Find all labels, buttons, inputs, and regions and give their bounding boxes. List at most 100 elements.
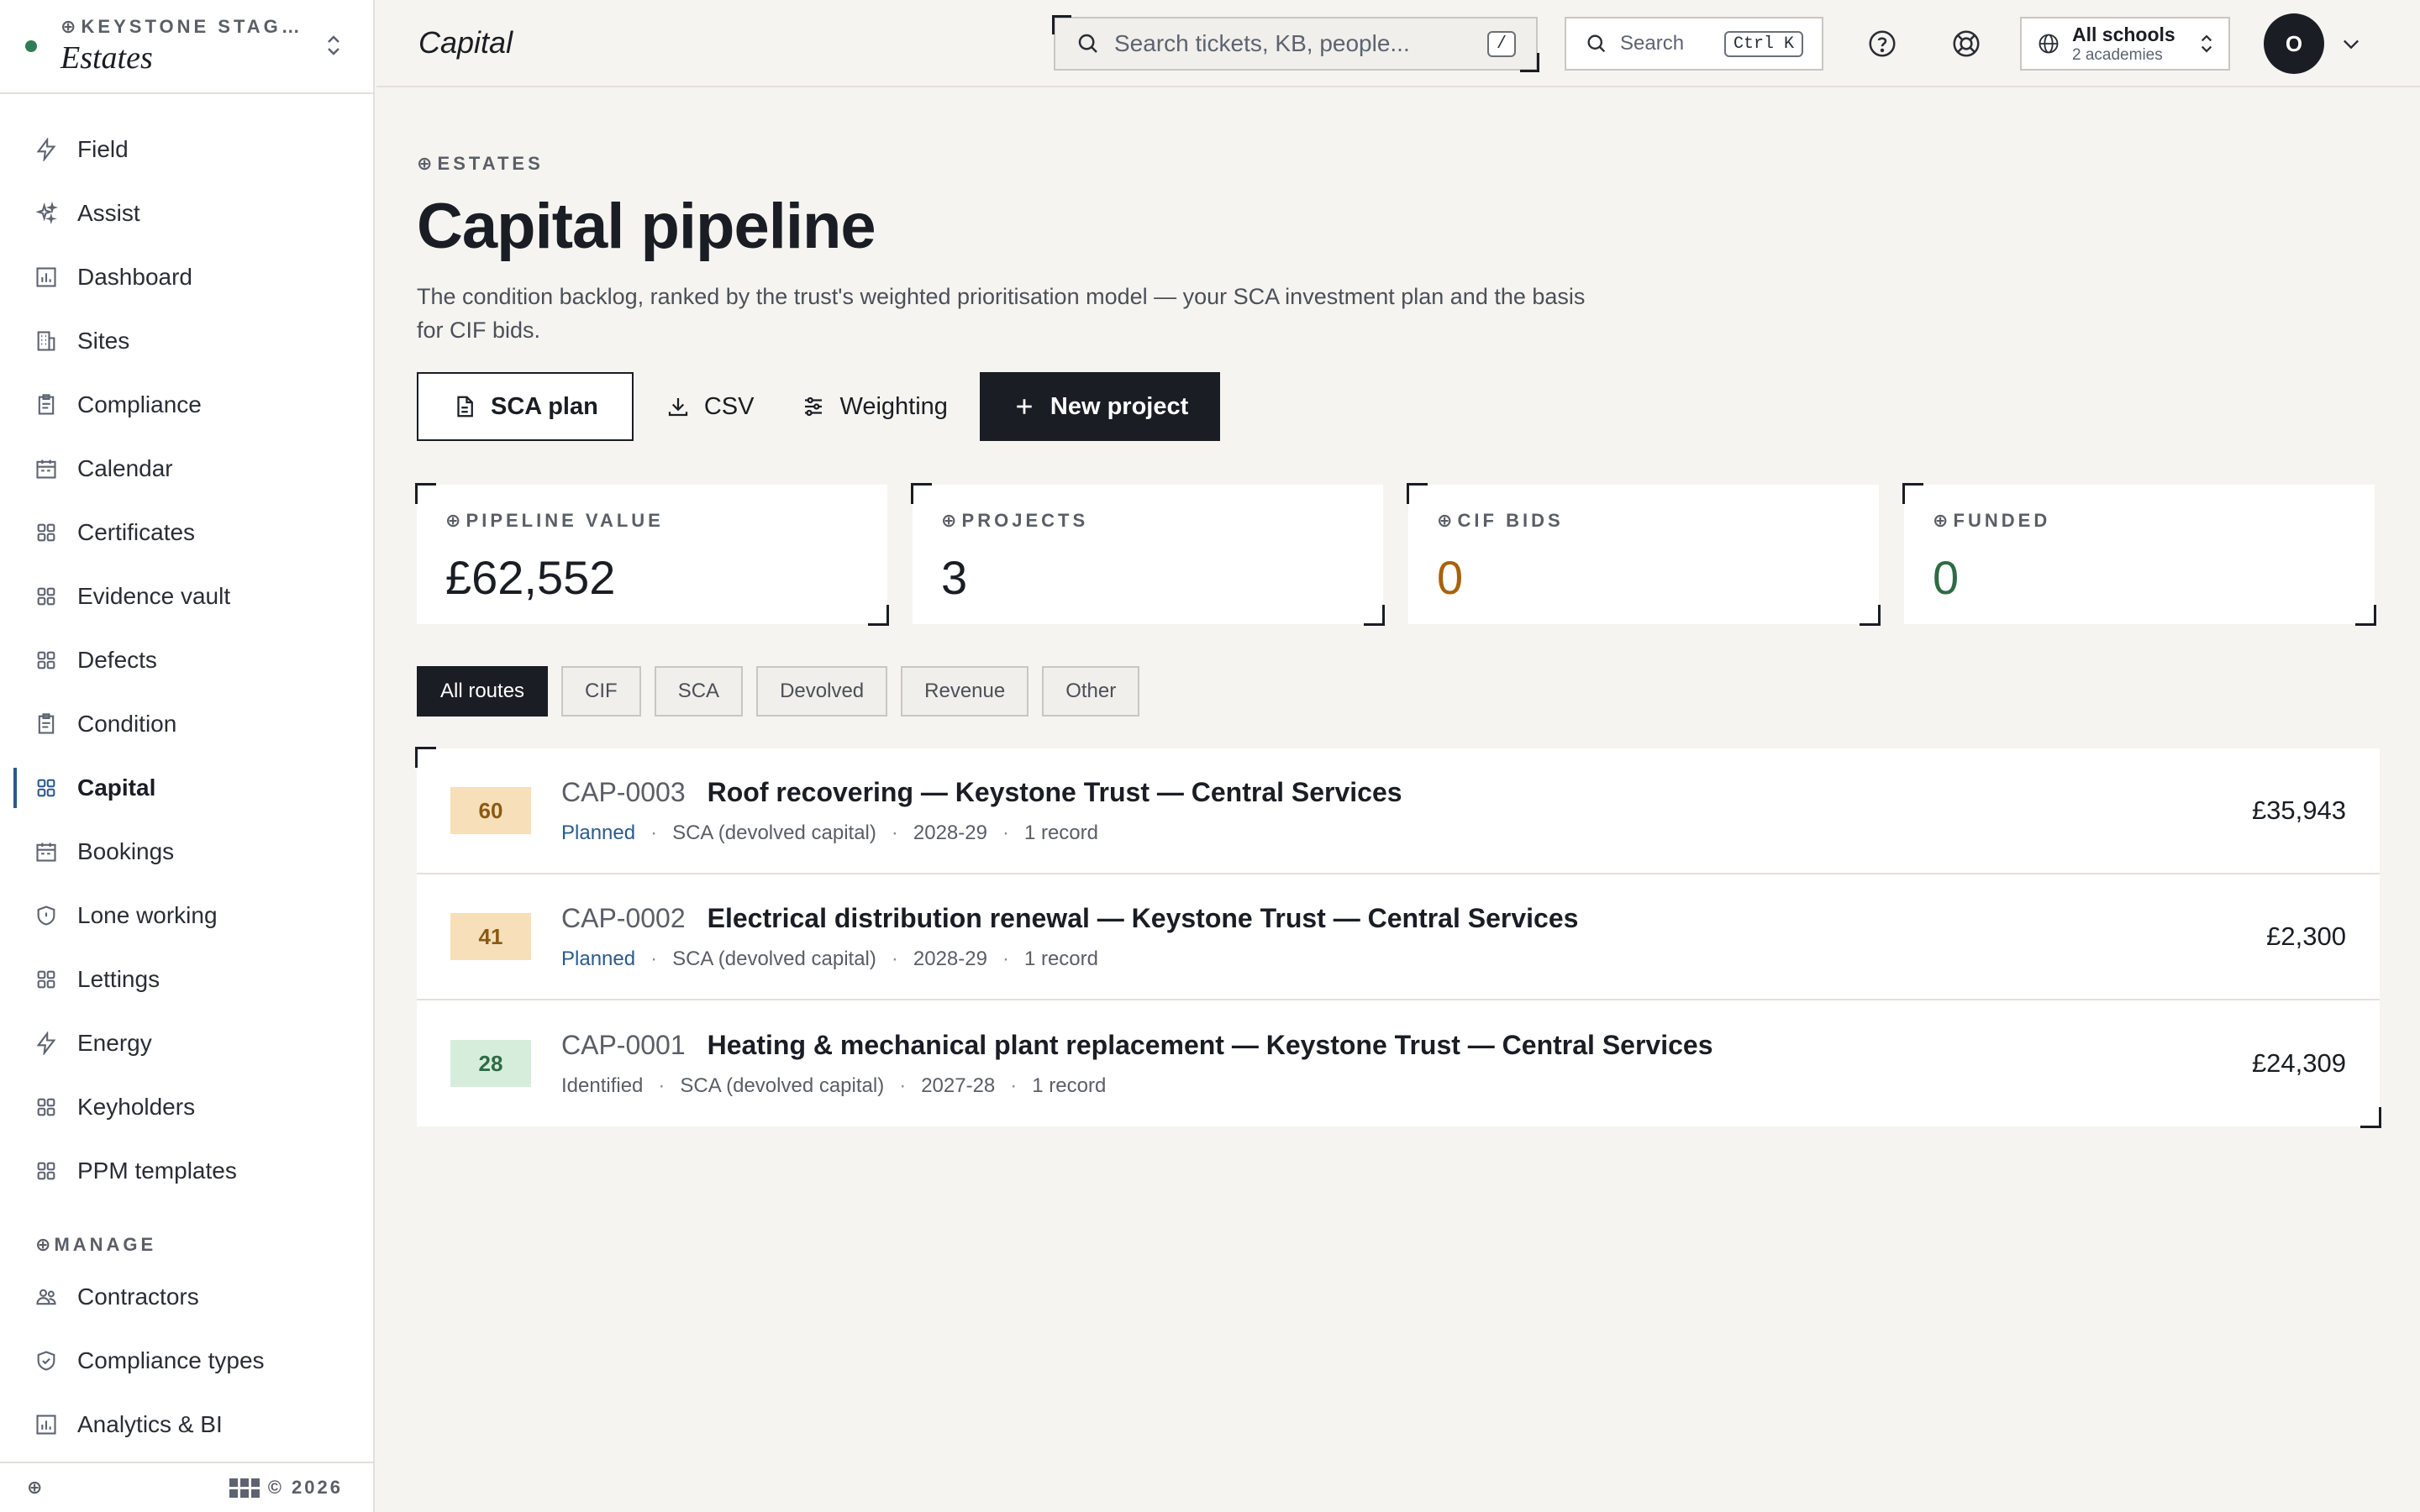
support-button[interactable]	[1948, 25, 1985, 62]
sidebar-item-evidence-vault[interactable]: Evidence vault	[0, 564, 373, 628]
project-title[interactable]: Roof recovering — Keystone Trust — Centr…	[708, 777, 1402, 808]
org-switcher[interactable]: KEYSTONE STAG… Estates	[0, 0, 373, 94]
stat-projects: PROJECTS 3	[911, 483, 1385, 626]
stat-value: 0	[1437, 551, 1464, 604]
school-selector[interactable]: All schools 2 academies	[2020, 17, 2230, 71]
school-count: 2 academies	[2072, 45, 2163, 64]
sidebar-item-label: PPM templates	[77, 1158, 237, 1184]
main-content: ESTATES Capital pipeline The condition b…	[415, 87, 2381, 1128]
stat-pipeline-value: PIPELINE VALUE £62,552	[415, 483, 889, 626]
status-dot	[25, 40, 37, 52]
avatar[interactable]: O	[2264, 13, 2324, 74]
filter-revenue[interactable]: Revenue	[901, 666, 1029, 717]
global-search[interactable]: /	[1052, 15, 1539, 72]
command-search-button[interactable]: Search Ctrl K	[1565, 17, 1823, 71]
sidebar-item-capital[interactable]: Capital	[0, 756, 373, 820]
sidebar-item-defects[interactable]: Defects	[0, 628, 373, 692]
sidebar-item-compliance[interactable]: Compliance	[0, 373, 373, 437]
sidebar-item-sites[interactable]: Sites	[0, 309, 373, 373]
sidebar-item-label: Assist	[77, 200, 140, 226]
sidebar-item-label: Bookings	[77, 838, 175, 864]
stat-label: FUNDED	[1933, 510, 2346, 532]
grid-icon	[34, 1158, 59, 1184]
filter-sca[interactable]: SCA	[654, 666, 744, 717]
weighting-button[interactable]: Weighting	[784, 372, 964, 441]
org-name: Estates	[60, 40, 153, 76]
brand-grid-icon	[229, 1478, 260, 1498]
stat-value: 0	[1933, 551, 1960, 604]
sidebar-item-label: Analytics & BI	[77, 1411, 223, 1437]
sidebar-item-field[interactable]: Field	[0, 118, 373, 181]
sidebar-item-contractors[interactable]: Contractors	[0, 1265, 373, 1329]
csv-button[interactable]: CSV	[649, 372, 771, 441]
filter-cif[interactable]: CIF	[561, 666, 641, 717]
project-amount: £2,300	[2266, 921, 2346, 951]
shield-check-icon	[34, 1348, 59, 1373]
project-title[interactable]: Electrical distribution renewal — Keysto…	[708, 903, 1579, 934]
sidebar-item-ppm-templates[interactable]: PPM templates	[0, 1139, 373, 1203]
button-label: Weighting	[839, 392, 948, 420]
new-project-button[interactable]: New project	[979, 372, 1221, 441]
project-status: Identified	[561, 1074, 644, 1097]
project-records: 1 record	[1023, 947, 1098, 970]
page-kicker: ESTATES	[417, 153, 2380, 175]
sidebar-footer: ⊕ © 2026	[0, 1462, 373, 1512]
sca-plan-button[interactable]: SCA plan	[417, 372, 634, 441]
priority-score-badge: 28	[450, 1040, 531, 1087]
stat-funded: FUNDED 0	[1902, 483, 2376, 626]
calendar-icon	[34, 839, 59, 864]
search-icon	[1587, 34, 1606, 53]
shield-icon	[34, 903, 59, 928]
clipboard-icon	[34, 392, 59, 417]
sidebar-item-calendar[interactable]: Calendar	[0, 437, 373, 501]
search-input[interactable]	[1114, 30, 1487, 57]
project-records: 1 record	[1032, 1074, 1107, 1097]
chevron-updown-icon	[2201, 34, 2212, 53]
filter-other[interactable]: Other	[1042, 666, 1140, 717]
project-status: Planned	[561, 947, 636, 970]
project-title[interactable]: Heating & mechanical plant replacement —…	[708, 1030, 1713, 1061]
chevron-down-icon[interactable]	[2339, 32, 2363, 55]
button-label: New project	[1050, 392, 1189, 420]
document-icon	[457, 396, 473, 417]
grid-icon	[34, 648, 59, 673]
sidebar-item-label: Compliance	[77, 391, 202, 417]
sidebar-item-condition[interactable]: Condition	[0, 692, 373, 756]
grid-icon	[34, 1095, 59, 1120]
chart-icon	[34, 265, 59, 290]
filter-devolved[interactable]: Devolved	[756, 666, 888, 717]
sidebar-item-label: Field	[77, 136, 129, 162]
help-icon	[1869, 30, 1896, 57]
sidebar-item-assist[interactable]: Assist	[0, 181, 373, 245]
project-route: SCA (devolved capital)	[672, 821, 876, 844]
sidebar-item-energy[interactable]: Energy	[0, 1011, 373, 1075]
project-row[interactable]: 60 CAP-0003 Roof recovering — Keystone T…	[417, 748, 2380, 874]
sidebar-item-certificates[interactable]: Certificates	[0, 501, 373, 564]
sparkle-icon	[34, 201, 59, 226]
project-year: 2028-29	[913, 821, 987, 844]
priority-score-badge: 60	[450, 787, 531, 834]
sidebar: KEYSTONE STAG… Estates Field Assist Dash…	[0, 0, 375, 1512]
project-status: Planned	[561, 821, 636, 844]
project-row[interactable]: 41 CAP-0002 Electrical distribution rene…	[417, 874, 2380, 1000]
help-button[interactable]	[1864, 25, 1901, 62]
sidebar-item-dashboard[interactable]: Dashboard	[0, 245, 373, 309]
sidebar-item-label: Lettings	[77, 966, 160, 992]
project-ref: CAP-0001	[561, 1029, 686, 1060]
sidebar-item-analytics[interactable]: Analytics & BI	[0, 1393, 373, 1457]
sidebar-item-compliance-types[interactable]: Compliance types	[0, 1329, 373, 1393]
project-route: SCA (devolved capital)	[680, 1074, 885, 1097]
project-row[interactable]: 28 CAP-0001 Heating & mechanical plant r…	[417, 1000, 2380, 1126]
people-icon	[34, 1284, 59, 1310]
sidebar-item-label: Condition	[77, 711, 177, 737]
plus-icon	[1017, 399, 1032, 414]
sidebar-item-bookings[interactable]: Bookings	[0, 820, 373, 884]
project-amount: £35,943	[2251, 795, 2346, 825]
grid-icon	[34, 967, 59, 992]
sidebar-item-lettings[interactable]: Lettings	[0, 948, 373, 1011]
priority-score-badge: 41	[450, 913, 531, 960]
sidebar-item-lone-working[interactable]: Lone working	[0, 884, 373, 948]
sidebar-item-label: Contractors	[77, 1284, 199, 1310]
filter-all-routes[interactable]: All routes	[417, 666, 549, 717]
sidebar-item-keyholders[interactable]: Keyholders	[0, 1075, 373, 1139]
